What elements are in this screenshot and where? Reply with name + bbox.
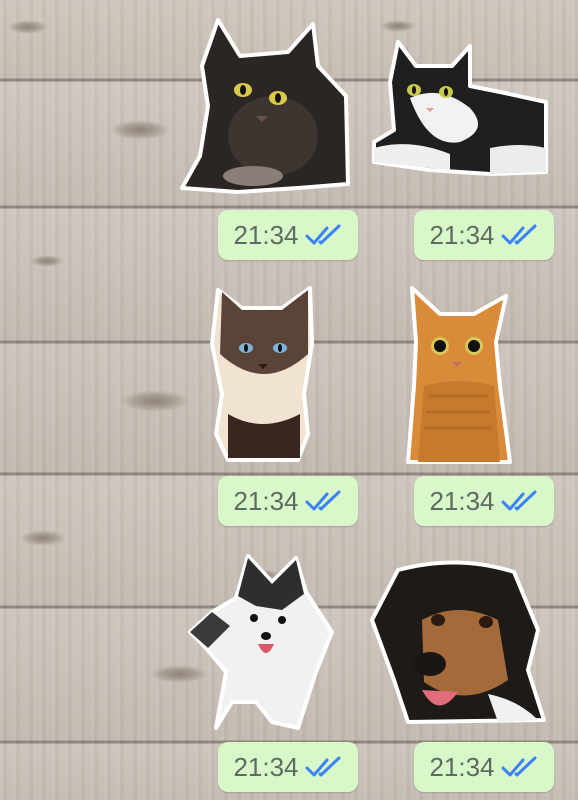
black-white-cat-sticker-icon bbox=[372, 40, 548, 176]
sticker-message-4[interactable] bbox=[404, 286, 512, 466]
sticker-message-2[interactable] bbox=[370, 38, 548, 178]
message-time: 21:34 bbox=[429, 219, 495, 250]
double-check-read-icon bbox=[501, 224, 537, 245]
message-time: 21:34 bbox=[233, 219, 299, 250]
message-time: 21:34 bbox=[233, 751, 299, 782]
message-meta-1: 21:34 bbox=[218, 210, 358, 260]
sticker-message-5[interactable] bbox=[186, 552, 336, 732]
message-meta-3: 21:34 bbox=[218, 476, 358, 526]
sticker-message-1[interactable] bbox=[178, 16, 350, 196]
message-meta-2: 21:34 bbox=[414, 210, 554, 260]
orange-tabby-cat-sticker-icon bbox=[406, 286, 512, 464]
chihuahua-dog-sticker-icon bbox=[188, 554, 334, 730]
double-check-read-icon bbox=[305, 490, 341, 511]
message-meta-5: 21:34 bbox=[218, 742, 358, 792]
double-check-read-icon bbox=[501, 756, 537, 777]
hound-dog-sticker-icon bbox=[370, 560, 546, 724]
double-check-read-icon bbox=[305, 224, 341, 245]
sticker-message-6[interactable] bbox=[368, 560, 546, 726]
message-time: 21:34 bbox=[429, 751, 495, 782]
message-meta-4: 21:34 bbox=[414, 476, 554, 526]
double-check-read-icon bbox=[501, 490, 537, 511]
message-meta-6: 21:34 bbox=[414, 742, 554, 792]
siamese-cat-sticker-icon bbox=[210, 286, 314, 462]
black-longhair-cat-sticker-icon bbox=[180, 18, 350, 194]
message-time: 21:34 bbox=[429, 485, 495, 516]
message-time: 21:34 bbox=[233, 485, 299, 516]
double-check-read-icon bbox=[305, 756, 341, 777]
sticker-message-3[interactable] bbox=[208, 284, 318, 464]
